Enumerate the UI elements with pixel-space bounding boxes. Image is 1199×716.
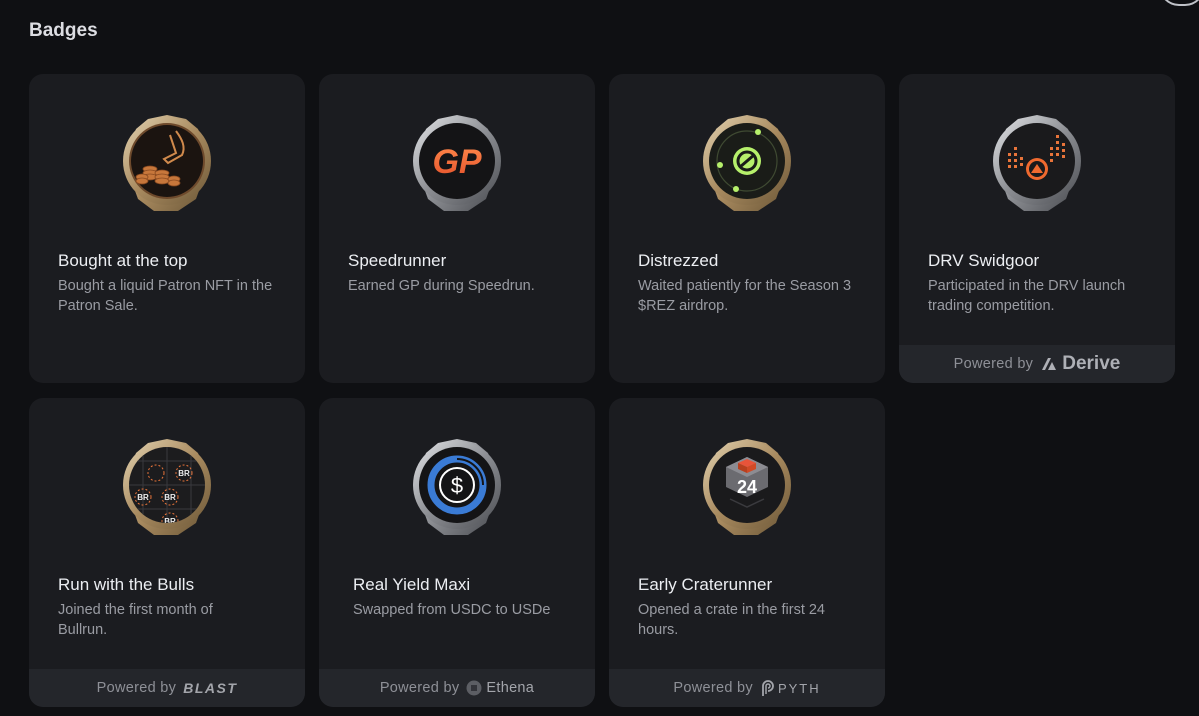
ethena-brand-label: Ethena: [486, 680, 535, 696]
badge-description: Earned GP during Speedrun.: [348, 278, 535, 294]
badge-card-distrezzed[interactable]: Distrezzed Waited patiently for the Seas…: [609, 74, 885, 383]
corner-decoration: [1159, 0, 1199, 6]
powered-by-label: Powered by: [96, 680, 177, 696]
badge-description: Joined the first month of Bullrun.: [58, 602, 213, 638]
badge-card-early-craterunner[interactable]: 24 Early Craterunner Opened a crate in t…: [609, 398, 885, 707]
blast-brand[interactable]: BLAST: [183, 680, 237, 696]
powered-by-footer: Powered by Derive: [899, 345, 1175, 383]
badge-title: Real Yield Maxi: [353, 575, 471, 594]
powered-by-footer: Powered by PYTH: [609, 669, 885, 707]
dollar-icon: $: [413, 439, 501, 535]
badge-card-drv-swidgoor[interactable]: DRV Swidgoor Participated in the DRV lau…: [899, 74, 1175, 383]
badge-card-bought-at-the-top[interactable]: Bought at the top Bought a liquid Patron…: [29, 74, 305, 383]
powered-by-footer: Powered by Ethena: [319, 669, 595, 707]
derive-logo-icon: [1042, 358, 1057, 370]
badge-description: Bought a liquid Patron NFT in the Patron…: [58, 278, 273, 314]
badge-title: DRV Swidgoor: [928, 251, 1040, 270]
br-text: BR: [178, 469, 190, 478]
badge-title: Distrezzed: [638, 251, 719, 270]
badges-panel: Badges Bought at the top Bought a liquid…: [0, 0, 1199, 716]
badge-description: Participated in the DRV launch trading c…: [928, 278, 1126, 314]
badge-description: Waited patiently for the Season 3 $REZ a…: [638, 278, 852, 314]
br-text: BR: [137, 493, 149, 502]
pyth-brand-label: PYTH: [777, 680, 821, 696]
crate-icon: 24: [703, 439, 791, 535]
powered-by-label: Powered by: [379, 680, 460, 696]
pyth-brand[interactable]: PYTH: [760, 679, 821, 697]
coins-hand-icon: [123, 115, 211, 211]
derive-brand-label: Derive: [1062, 353, 1121, 374]
badge-description: Swapped from USDC to USDe: [353, 602, 551, 618]
br-text: BR: [164, 493, 176, 502]
dollar-text: $: [451, 473, 463, 498]
powered-by-footer: Powered by BLAST: [29, 669, 305, 707]
equalizer-icon: [993, 115, 1081, 211]
orbit-icon: [703, 115, 791, 211]
badge-card-real-yield-maxi[interactable]: $ Real Yield Maxi Swapped from USDC to U…: [319, 398, 595, 707]
crate-24-text: 24: [737, 477, 757, 497]
powered-by-label: Powered by: [673, 680, 753, 696]
badge-title: Early Craterunner: [638, 575, 773, 594]
badge-description: Opened a crate in the first 24 hours.: [638, 602, 825, 638]
gp-text: GP: [432, 143, 481, 181]
pyth-logo-icon: [762, 680, 774, 696]
badge-card-run-with-the-bulls[interactable]: BR BR BR BR Run with the Bulls Joined th…: [29, 398, 305, 707]
gp-icon: GP: [413, 115, 501, 211]
page-title: Badges: [29, 20, 98, 41]
ethena-logo-icon: [466, 680, 482, 696]
badges-grid: Bought at the top Bought a liquid Patron…: [29, 74, 1175, 707]
badge-title: Speedrunner: [348, 251, 447, 270]
bull-grid-icon: BR BR BR BR: [123, 439, 211, 535]
ethena-brand[interactable]: Ethena: [466, 680, 534, 696]
badge-title: Run with the Bulls: [58, 575, 195, 594]
badge-card-speedrunner[interactable]: GP Speedrunner Earned GP during Speedrun…: [319, 74, 595, 383]
derive-brand[interactable]: Derive: [1040, 353, 1120, 375]
powered-by-label: Powered by: [953, 356, 1034, 372]
badge-title: Bought at the top: [58, 251, 188, 270]
